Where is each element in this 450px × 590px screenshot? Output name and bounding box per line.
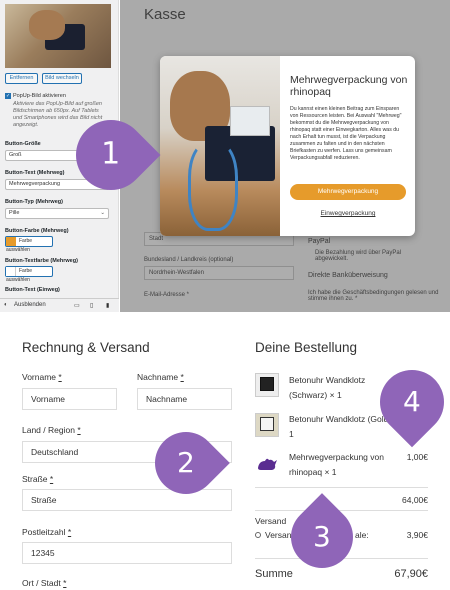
lastname-input[interactable]: Nachname <box>137 388 232 410</box>
divider <box>255 487 428 488</box>
button-color-label: Button-Farbe (Mehrweg) <box>5 228 69 234</box>
city-label: Ort / Stadt * <box>22 578 67 588</box>
order-title: Deine Bestellung <box>255 340 358 355</box>
lastname-label: Nachname * <box>137 372 184 382</box>
remove-image-button[interactable]: Entfernen <box>5 73 38 84</box>
chevron-down-icon: ⌄ <box>100 210 105 216</box>
button-type-select[interactable]: Pille ⌄ <box>5 208 109 219</box>
button-textcolor-label: Button-Textfarbe (Mehrweg) <box>5 258 78 264</box>
shipping-option-label: Versan <box>265 530 292 540</box>
subtotal-value: 64,00€ <box>402 495 428 505</box>
shipping-option-label-end: ale: <box>355 530 369 540</box>
street-input[interactable]: Straße <box>22 489 232 511</box>
button-textcolor-picker[interactable]: Farbe auswählen <box>5 266 53 283</box>
popup-image-checkbox[interactable]: ✓ <box>5 93 11 99</box>
total-label: Summe <box>255 568 293 580</box>
shipping-price: 3,90€ <box>406 530 428 540</box>
country-label: Land / Region * <box>22 425 81 435</box>
modal-body: Du kannst einen kleinen Beitrag zum Eins… <box>290 106 402 161</box>
mobile-preview-icon[interactable]: ▮ <box>106 302 109 309</box>
button-text-oneway-label: Button-Text (Einweg) <box>5 287 60 293</box>
postcode-input[interactable]: 12345 <box>22 542 232 564</box>
divider <box>255 510 428 511</box>
billing-title: Rechnung & Versand <box>22 340 150 355</box>
color-swatch <box>6 267 16 276</box>
product-thumbnail <box>255 413 279 437</box>
reusable-packaging-button[interactable]: Mehrwegverpackung <box>290 184 406 200</box>
total-value: 67,90€ <box>394 568 428 580</box>
tablet-preview-icon[interactable]: ▯ <box>90 302 93 309</box>
modal-dog-image <box>160 56 280 236</box>
street-label: Straße * <box>22 474 54 484</box>
hide-panel-icon[interactable]: ◐ <box>4 302 8 308</box>
popup-image-thumbnail <box>5 4 111 68</box>
firstname-input[interactable]: Vorname <box>22 388 117 410</box>
button-type-value: Pille <box>9 210 20 216</box>
change-image-button[interactable]: Bild wechseln <box>42 73 82 84</box>
section-divider <box>0 312 450 320</box>
editor-footer: ◐ Ausblenden ▭ ▯ ▮ <box>0 298 119 312</box>
single-use-packaging-link[interactable]: Einwegverpackung <box>290 210 406 217</box>
button-size-label: Button-Größe <box>5 141 41 147</box>
modal-title: Mehrwegverpackung von rhinopaq <box>290 74 408 98</box>
button-text-label: Button-Text (Mehrweg) <box>5 170 65 176</box>
hide-panel-label[interactable]: Ausblenden <box>14 302 46 308</box>
rhino-icon <box>258 458 277 470</box>
button-color-picker[interactable]: Farbe auswählen <box>5 236 53 253</box>
desktop-preview-icon[interactable]: ▭ <box>74 302 80 309</box>
popup-image-label: PopUp-Bild aktivieren <box>13 93 66 99</box>
order-item-price: 1,00€ <box>406 452 428 462</box>
button-type-label: Button-Typ (Mehrweg) <box>5 199 63 205</box>
order-item-name: Mehrwegverpackung von rhinopaq × 1 <box>289 452 384 477</box>
product-thumbnail <box>255 373 279 397</box>
color-swatch <box>6 237 16 246</box>
shipping-label: Versand <box>255 516 287 526</box>
preview-area: Entfernen Bild wechseln ✓ PopUp-Bild akt… <box>0 0 450 312</box>
reusable-packaging-modal: Mehrwegverpackung von rhinopaq Du kannst… <box>160 56 415 236</box>
shipping-radio[interactable] <box>255 532 261 538</box>
postcode-label: Postleitzahl * <box>22 527 72 537</box>
firstname-label: Vorname * <box>22 372 62 382</box>
